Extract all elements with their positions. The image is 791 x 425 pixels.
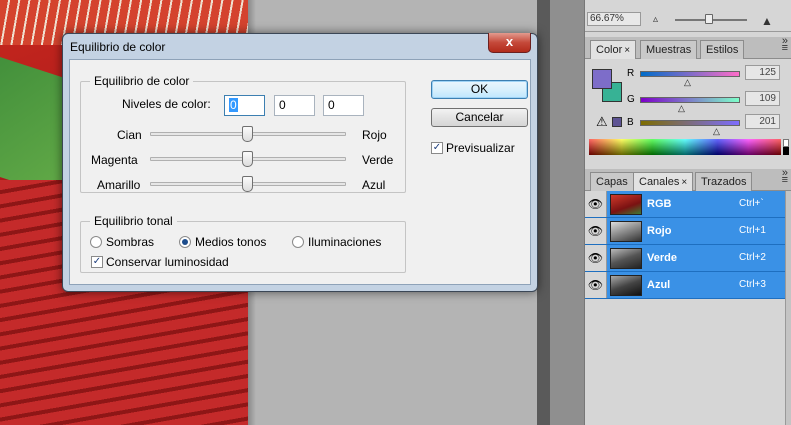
white-swatch[interactable] xyxy=(783,139,789,147)
green-slider[interactable] xyxy=(640,97,740,103)
tab-muestras[interactable]: Muestras xyxy=(640,40,698,59)
close-tab-icon[interactable]: × xyxy=(681,177,687,188)
panel-menu-icon[interactable]: ≡ xyxy=(782,42,788,54)
color-balance-legend: Equilibrio de color xyxy=(90,74,194,88)
cyan-red-slider-knob[interactable] xyxy=(242,126,253,142)
magenta-green-slider-knob[interactable] xyxy=(242,151,253,167)
blue-slider[interactable] xyxy=(640,120,740,126)
out-of-gamut-warning-icon[interactable]: ⚠ xyxy=(596,114,608,130)
red-value-field[interactable]: 125 xyxy=(745,65,780,80)
color-row-g: G △ 109 xyxy=(625,91,790,113)
green-value-field[interactable]: 109 xyxy=(745,91,780,106)
color-row-b: B △ 201 xyxy=(625,114,790,136)
color-panel-header: » Color × Muestras Estilos ≡ xyxy=(585,35,791,59)
yellow-blue-slider-knob[interactable] xyxy=(242,176,253,192)
tab-trazados[interactable]: Trazados xyxy=(695,172,753,191)
channel-row-rojo[interactable]: 👁 Rojo Ctrl+1 xyxy=(585,218,785,245)
tonal-balance-legend: Equilibrio tonal xyxy=(90,214,177,228)
visibility-eye-icon[interactable]: 👁 xyxy=(585,191,607,217)
workspace-divider xyxy=(537,0,550,425)
channel-thumbnail xyxy=(610,248,642,269)
yellow-label: Amarillo xyxy=(97,178,141,192)
checkmark-icon: ✓ xyxy=(91,256,103,268)
radio-sombras[interactable]: Sombras xyxy=(90,235,154,249)
dialog-title: Equilibrio de color xyxy=(70,40,166,54)
panels-dock: 66.67% ▵ ▲ » Color × Muestras Estilos ≡ R… xyxy=(584,0,791,425)
radio-icon xyxy=(292,236,304,248)
web-safe-swatch[interactable] xyxy=(612,117,622,127)
preserve-luminosity-checkbox[interactable]: ✓ Conservar luminosidad xyxy=(91,255,229,269)
magenta-label: Magenta xyxy=(91,153,138,167)
black-swatch[interactable] xyxy=(783,147,789,155)
channel-row-verde[interactable]: 👁 Verde Ctrl+2 xyxy=(585,245,785,272)
channel-row-azul[interactable]: 👁 Azul Ctrl+3 xyxy=(585,272,785,299)
visibility-eye-icon[interactable]: 👁 xyxy=(585,218,607,244)
tab-capas[interactable]: Capas xyxy=(590,172,634,191)
checkmark-icon: ✓ xyxy=(431,142,443,154)
dialog-body: Equilibrio de color Niveles de color: 0 … xyxy=(69,59,531,285)
blue-value-field[interactable]: 201 xyxy=(745,114,780,129)
color-row-r: R △ 125 xyxy=(625,65,790,87)
radio-iluminaciones[interactable]: Iluminaciones xyxy=(292,235,381,249)
preview-checkbox[interactable]: ✓ Previsualizar xyxy=(431,141,515,155)
channels-list: 👁 RGB Ctrl+` 👁 Rojo Ctrl+1 👁 Verde Ctrl+… xyxy=(585,191,791,425)
radio-medios-tonos[interactable]: Medios tonos xyxy=(179,235,266,249)
channels-scrollbar[interactable] xyxy=(785,191,791,425)
foreground-color-swatch[interactable] xyxy=(592,69,612,89)
channel-thumbnail xyxy=(610,275,642,296)
red-slider-marker-icon[interactable]: △ xyxy=(684,77,691,88)
zoom-field[interactable]: 66.67% xyxy=(587,12,641,26)
channel-row-rgb[interactable]: 👁 RGB Ctrl+` xyxy=(585,191,785,218)
color-spectrum-bar[interactable] xyxy=(589,139,781,155)
visibility-eye-icon[interactable]: 👁 xyxy=(585,245,607,271)
color-levels-label: Niveles de color: xyxy=(122,97,211,111)
close-button[interactable]: x xyxy=(488,33,531,53)
visibility-eye-icon[interactable]: 👁 xyxy=(585,272,607,298)
color-balance-dialog: Equilibrio de color x Equilibrio de colo… xyxy=(62,33,538,292)
red-label: Rojo xyxy=(362,128,387,142)
level-yellow-blue-input[interactable]: 0 xyxy=(323,95,364,116)
close-tab-icon[interactable]: × xyxy=(624,45,630,56)
tab-color[interactable]: Color × xyxy=(590,40,637,59)
channels-panel-header: » Capas Canales × Trazados ≡ xyxy=(585,167,791,191)
level-magenta-green-input[interactable]: 0 xyxy=(274,95,315,116)
cancel-button[interactable]: Cancelar xyxy=(431,108,528,127)
green-slider-marker-icon[interactable]: △ xyxy=(678,103,685,114)
blue-label: Azul xyxy=(362,178,386,192)
green-label: Verde xyxy=(362,153,394,167)
level-cyan-red-input[interactable]: 0 xyxy=(224,95,265,116)
tab-canales[interactable]: Canales × xyxy=(633,172,694,191)
radio-selected-icon xyxy=(179,236,191,248)
zoom-in-icon[interactable]: ▲ xyxy=(761,14,773,28)
tab-estilos[interactable]: Estilos xyxy=(700,40,745,59)
channel-thumbnail xyxy=(610,221,642,242)
blue-slider-marker-icon[interactable]: △ xyxy=(713,126,720,137)
ok-button[interactable]: OK xyxy=(431,80,528,99)
cyan-label: Cian xyxy=(117,128,142,142)
panel-dock-strip xyxy=(550,0,584,425)
zoom-out-icon[interactable]: ▵ xyxy=(653,14,658,25)
channel-thumbnail xyxy=(610,194,642,215)
panel-menu-icon[interactable]: ≡ xyxy=(782,174,788,186)
radio-icon xyxy=(90,236,102,248)
zoom-slider-knob[interactable] xyxy=(705,14,713,24)
navigator-panel: 66.67% ▵ ▲ xyxy=(585,0,791,32)
